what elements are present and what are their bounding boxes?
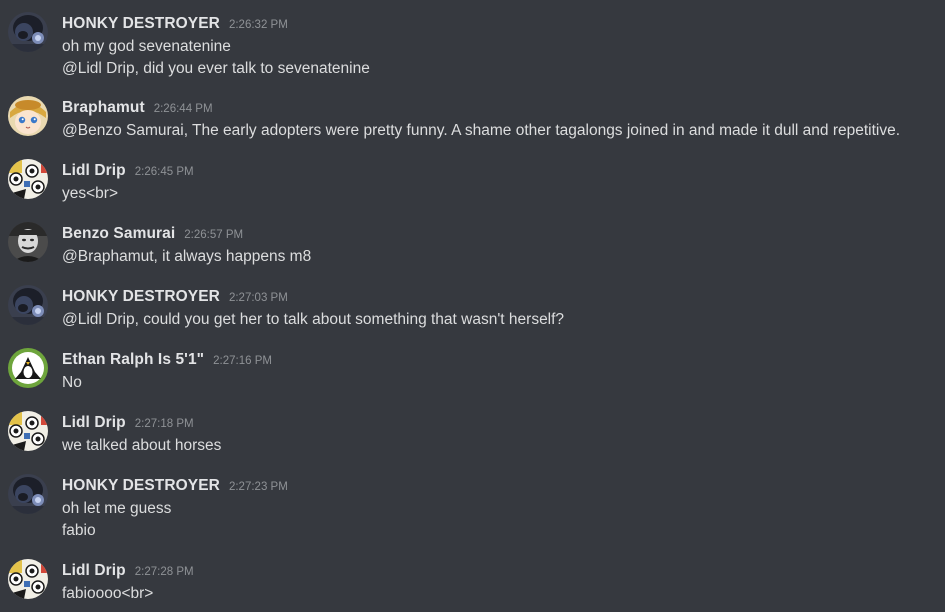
timestamp: 2:27:18 PM <box>134 418 194 430</box>
gorilla-avatar[interactable] <box>8 12 48 52</box>
username[interactable]: Benzo Samurai <box>62 225 175 242</box>
username[interactable]: Lidl Drip <box>62 562 126 579</box>
cartoon-collage-avatar[interactable] <box>8 159 48 199</box>
chat-message-list: HONKY DESTROYER 2:26:32 PM oh my god seve… <box>0 0 945 612</box>
timestamp: 2:26:32 PM <box>228 19 288 31</box>
timestamp: 2:26:57 PM <box>184 229 244 241</box>
message-text: fabioooo<br> <box>62 585 154 602</box>
message-text: @Lidl Drip, could you get her to talk ab… <box>62 311 565 328</box>
cartoon-collage-avatar[interactable] <box>8 411 48 451</box>
timestamp: 2:27:03 PM <box>228 292 288 304</box>
message-text: fabio <box>62 522 96 539</box>
penguin-avatar[interactable] <box>8 348 48 388</box>
message-text: we talked about horses <box>62 437 222 454</box>
message-text: @Lidl Drip, did you ever talk to sevenat… <box>62 60 370 77</box>
timestamp: 2:26:44 PM <box>153 103 213 115</box>
message-text: @Braphamut, it always happens m8 <box>62 248 312 265</box>
gorilla-avatar[interactable] <box>8 285 48 325</box>
cartoon-collage-avatar[interactable] <box>8 559 48 599</box>
message-text: @Benzo Samurai, The early adopters were … <box>62 122 901 139</box>
message-text: No <box>62 374 82 391</box>
timestamp: 2:27:23 PM <box>228 481 288 493</box>
username[interactable]: Ethan Ralph Is 5'1" <box>62 351 204 368</box>
message-text: yes<br> <box>62 185 119 202</box>
message-text: oh let me guess <box>62 500 172 517</box>
username[interactable]: HONKY DESTROYER <box>62 288 220 305</box>
username[interactable]: Lidl Drip <box>62 414 126 431</box>
username[interactable]: HONKY DESTROYER <box>62 15 220 32</box>
gorilla-avatar[interactable] <box>8 474 48 514</box>
username[interactable]: Lidl Drip <box>62 162 126 179</box>
timestamp: 2:27:16 PM <box>213 355 272 367</box>
timestamp: 2:27:28 PM <box>134 566 194 578</box>
anime-girl-avatar[interactable] <box>8 96 48 136</box>
grayscale-portrait-avatar[interactable] <box>8 222 48 262</box>
message-text: oh my god sevenatenine <box>62 38 231 55</box>
timestamp: 2:26:45 PM <box>134 166 194 178</box>
username[interactable]: HONKY DESTROYER <box>62 477 220 494</box>
username[interactable]: Braphamut <box>62 99 145 116</box>
